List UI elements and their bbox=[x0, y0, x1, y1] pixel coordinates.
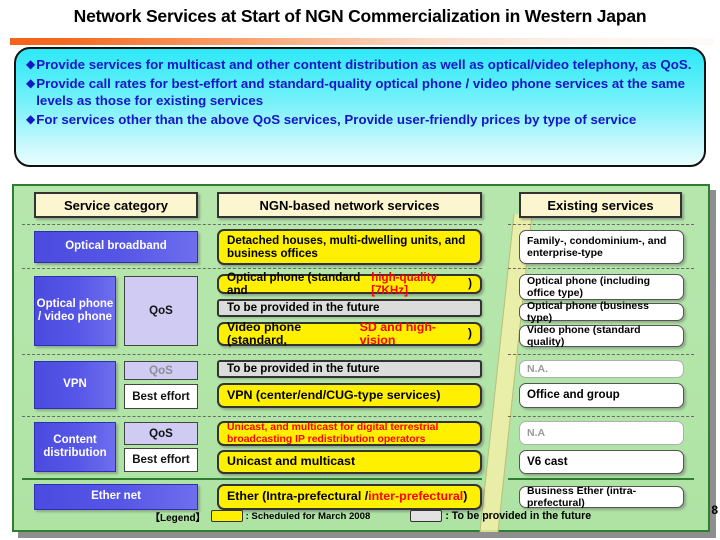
existing-service-text: V6 cast bbox=[527, 454, 568, 468]
diamond-bullet-icon: ◆ bbox=[26, 75, 36, 90]
header-existing-services: Existing services bbox=[519, 192, 682, 218]
diamond-bullet-icon: ◆ bbox=[26, 111, 36, 126]
existing-service-na: N.A bbox=[519, 421, 684, 445]
diamond-bullet-icon: ◆ bbox=[26, 57, 36, 71]
category-vpn: VPN bbox=[34, 361, 116, 409]
header-service-category: Service category bbox=[34, 192, 198, 218]
ngn-service-highlight: SD and high-vision bbox=[359, 319, 437, 347]
ngn-service-text: Ether (Intra-prefectural / bbox=[227, 489, 369, 504]
ngn-service-text: Video phone (standard, bbox=[227, 319, 302, 347]
row-divider-strong bbox=[508, 478, 694, 480]
existing-service-na: N.A. bbox=[519, 360, 684, 378]
callout-bullet-text: Provide services for multicast and other… bbox=[36, 57, 692, 72]
legend-swatch-scheduled-icon bbox=[210, 510, 243, 522]
existing-service-box: Optical phone (business type) bbox=[519, 300, 684, 324]
qos-label-vpn: QoS bbox=[124, 361, 198, 380]
qos-label-optical-phone: QoS bbox=[124, 276, 198, 346]
best-effort-label-content-distribution: Best effort bbox=[124, 448, 198, 472]
panel-shadow bbox=[18, 532, 716, 538]
row-divider-strong bbox=[22, 478, 482, 480]
category-optical-phone-video-phone: Optical phone / video phone bbox=[34, 276, 116, 346]
ngn-service-pill: Unicast, and multicast for digital terre… bbox=[217, 421, 482, 446]
existing-service-text: Business Ether (intra-prefectural) bbox=[527, 484, 637, 510]
existing-service-text: N.A bbox=[527, 426, 546, 439]
ngn-future-pill: To be provided in the future bbox=[217, 299, 482, 317]
title-divider-rule bbox=[10, 38, 714, 45]
existing-service-box: V6 cast bbox=[519, 450, 684, 474]
ngn-service-tail: ) bbox=[468, 277, 472, 291]
existing-service-text: Family-, condominium-, and enterprise-ty… bbox=[527, 234, 667, 260]
row-divider bbox=[22, 354, 482, 355]
ngn-service-text: Unicast and multicast bbox=[227, 454, 356, 469]
qos-label-content-distribution: QoS bbox=[124, 422, 198, 445]
existing-service-text: Optical phone (including office type) bbox=[527, 274, 651, 300]
ngn-service-text: Unicast, and multicast for digital terre… bbox=[227, 421, 439, 445]
ngn-service-text: Optical phone (standard and bbox=[227, 270, 361, 298]
ngn-service-tail: ) bbox=[463, 489, 468, 504]
ngn-service-tail: ) bbox=[467, 326, 472, 341]
legend-future-text: : To be provided in the future bbox=[445, 510, 592, 522]
existing-service-box: Family-, condominium-, and enterprise-ty… bbox=[519, 230, 684, 264]
callout-bullet: ◆ For services other than the above QoS … bbox=[26, 111, 692, 129]
category-content-distribution: Content distribution bbox=[34, 422, 116, 472]
legend-swatch-future-icon bbox=[410, 510, 443, 522]
ngn-future-pill: To be provided in the future bbox=[217, 360, 482, 378]
ngn-service-pill: Detached houses, multi-dwelling units, a… bbox=[217, 229, 482, 265]
existing-service-box: Optical phone (including office type) bbox=[519, 274, 684, 300]
page-number: 8 bbox=[711, 503, 718, 517]
row-divider bbox=[22, 416, 482, 417]
existing-service-text: Office and group bbox=[527, 388, 620, 402]
category-optical-broadband: Optical broadband bbox=[34, 231, 198, 263]
ngn-service-pill: Optical phone (standard and high-quality… bbox=[217, 271, 482, 297]
row-divider bbox=[508, 354, 694, 355]
row-divider bbox=[508, 416, 694, 417]
ngn-service-pill: Unicast and multicast bbox=[217, 450, 482, 474]
ngn-service-text: To be provided in the future bbox=[227, 301, 380, 315]
header-ngn-services: NGN-based network services bbox=[217, 192, 482, 218]
row-divider bbox=[508, 268, 694, 269]
panel-shadow-right bbox=[710, 190, 716, 538]
existing-service-box: Office and group bbox=[519, 383, 684, 408]
existing-service-text: Optical phone (business type) bbox=[527, 299, 649, 325]
callout-bullet-text: For services other than the above QoS se… bbox=[36, 111, 637, 127]
legend: 【Legend】 : Scheduled for March 2008 : To… bbox=[150, 507, 591, 525]
ngn-service-text: Detached houses, multi-dwelling units, a… bbox=[227, 233, 466, 261]
existing-service-text: Video phone (standard quality) bbox=[527, 323, 641, 349]
existing-service-text: N.A. bbox=[527, 362, 548, 375]
ngn-service-pill: VPN (center/end/CUG-type services) bbox=[217, 383, 482, 408]
ngn-service-highlight: inter-prefectural bbox=[368, 489, 464, 504]
ngn-service-pill: Video phone (standard, SD and high-visio… bbox=[217, 319, 482, 347]
legend-scheduled-text: : Scheduled for March 2008 bbox=[245, 510, 371, 522]
legend-label: 【Legend】 bbox=[150, 512, 206, 524]
best-effort-label-vpn: Best effort bbox=[124, 384, 198, 409]
ngn-service-text: To be provided in the future bbox=[227, 362, 380, 376]
callout-bullet: ◆ Provide services for multicast and oth… bbox=[26, 56, 692, 74]
page-title: Network Services at Start of NGN Commerc… bbox=[73, 6, 647, 26]
ngn-service-text: VPN (center/end/CUG-type services) bbox=[227, 387, 441, 402]
existing-service-box: Video phone (standard quality) bbox=[519, 323, 684, 349]
ngn-service-highlight: high-quality [7KHz] bbox=[371, 270, 437, 298]
row-divider bbox=[508, 224, 694, 225]
row-divider bbox=[22, 224, 482, 225]
existing-service-box: Business Ether (intra-prefectural) bbox=[519, 484, 684, 510]
summary-callout: ◆ Provide services for multicast and oth… bbox=[14, 47, 706, 167]
callout-bullet-text: Provide call rates for best-effort and s… bbox=[36, 75, 685, 109]
callout-bullet: ◆ Provide call rates for best-effort and… bbox=[26, 75, 692, 110]
row-divider bbox=[22, 268, 482, 269]
